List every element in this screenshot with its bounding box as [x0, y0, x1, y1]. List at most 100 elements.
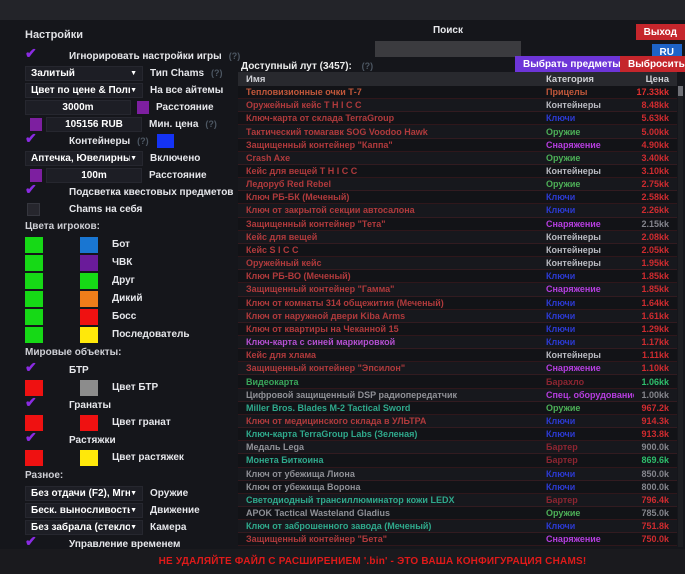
chams-color-swatch[interactable] — [80, 291, 98, 307]
tripwires-checkbox[interactable]: ✔ — [25, 433, 43, 448]
search-input[interactable] — [375, 41, 521, 57]
help-hint[interactable]: (?) — [137, 136, 149, 146]
exit-button[interactable]: Выход — [636, 24, 685, 40]
loot-table-row[interactable]: Ключ от квартиры на Чеканной 15 Ключи 1.… — [238, 323, 677, 336]
loot-table-row[interactable]: Ключ от медицинского склада в УЛЬТРА Клю… — [238, 415, 677, 428]
distance-color-swatch[interactable] — [137, 101, 149, 114]
grenades-checkbox[interactable]: ✔ — [25, 398, 43, 413]
loot-table-row[interactable]: Ключ РБ-ВО (Меченый) Ключи 1.85kk — [238, 270, 677, 283]
loot-table-row[interactable]: Ключ-карта с синей маркировкой Ключи 1.1… — [238, 336, 677, 349]
loot-table-row[interactable]: Кейс S I C C Контейнеры 2.05kk — [238, 244, 677, 257]
settings-sidebar: Настройки ✔ Игнорировать настройки игры … — [0, 20, 238, 549]
chams-color-swatch[interactable] — [80, 255, 98, 271]
btr-color-swatch-2[interactable] — [80, 380, 98, 396]
scrollbar-thumb[interactable] — [678, 86, 683, 96]
loot-table-row[interactable]: Защищенный контейнер "Тета" Снаряжение 2… — [238, 218, 677, 231]
weapon-select[interactable]: Без отдачи (F2), Мгновенное п ▼ — [25, 486, 143, 501]
help-hint[interactable]: (?) — [205, 119, 217, 129]
loot-table-row[interactable]: Ключ-карта от склада TerraGroup Ключи 5.… — [238, 112, 677, 125]
btr-checkbox[interactable]: ✔ — [25, 363, 43, 378]
tripwire-color-swatch-1[interactable] — [25, 450, 43, 466]
loot-table-row[interactable]: Ключ от закрытой секции автосалона Ключи… — [238, 204, 677, 217]
grenade-color-swatch-2[interactable] — [80, 415, 98, 431]
item-name: Тепловизионные очки Т-7 — [238, 87, 546, 97]
loot-table-row[interactable]: Кейс для вещей Т Н I С С Контейнеры 3.10… — [238, 165, 677, 178]
loot-table-row[interactable]: Ключ РБ-БК (Меченый) Ключи 2.58kk — [238, 191, 677, 204]
camera-select[interactable]: Без забрала (стекло шлема) ▼ — [25, 520, 143, 535]
containers-checkbox[interactable]: ✔ — [25, 134, 43, 149]
item-name: Ключ от убежища Ворона — [238, 482, 546, 492]
loot-table-row[interactable]: Монета Биткоина Бартер 869.6k — [238, 454, 677, 467]
visible-color-swatch[interactable] — [25, 255, 43, 271]
btr-row: ✔ БТР — [25, 362, 238, 378]
item-category: Контейнеры — [546, 100, 634, 110]
loot-table-row[interactable]: Цифровой защищенный DSP радиопередатчик … — [238, 389, 677, 402]
visible-color-swatch[interactable] — [25, 291, 43, 307]
item-name: Цифровой защищенный DSP радиопередатчик — [238, 390, 546, 400]
loot-table-row[interactable]: APOK Tactical Wasteland Gladius Оружие 7… — [238, 507, 677, 520]
loot-table-row[interactable]: Ключ-карта TerraGroup Labs (Зеленая) Клю… — [238, 428, 677, 441]
table-scrollbar[interactable] — [678, 86, 683, 547]
containers-distance-color-swatch[interactable] — [30, 169, 42, 182]
containers-distance-input[interactable]: 100m — [46, 168, 142, 183]
movement-select[interactable]: Беск. выносливость и нет уста ▼ — [25, 503, 143, 518]
visible-color-swatch[interactable] — [25, 309, 43, 325]
loot-table-row[interactable]: Ключ от наружной двери Kiba Arms Ключи 1… — [238, 310, 677, 323]
help-hint[interactable]: (?) — [362, 61, 374, 71]
containers-color-swatch[interactable] — [157, 134, 174, 148]
apply-mode-label: На все айтемы — [150, 85, 223, 96]
visible-color-swatch[interactable] — [25, 273, 43, 289]
visible-color-swatch[interactable] — [25, 327, 43, 343]
loot-table-row[interactable]: Тактический томагавк SOG Voodoo Hawk Ору… — [238, 125, 677, 138]
quest-highlight-checkbox[interactable]: ✔ — [25, 185, 43, 200]
player-type-label: Бот — [112, 239, 130, 250]
item-price: 2.75kk — [634, 179, 677, 189]
column-header-price[interactable]: Цена — [634, 74, 677, 85]
search-label: Поиск — [398, 25, 498, 36]
loot-table-row[interactable]: Ключ от комнаты 314 общежития (Меченый) … — [238, 297, 677, 310]
player-colors-list: Бот ЧВК Друг Дикий Б — [25, 236, 238, 343]
chams-type-select[interactable]: Залитый ▼ — [25, 66, 143, 81]
item-category: Ключи — [546, 337, 634, 347]
loot-table-row[interactable]: Видеокарта Барахло 1.06kk — [238, 375, 677, 388]
ignore-game-settings-checkbox[interactable]: ✔ — [25, 49, 43, 64]
loot-table-row[interactable]: Защищенный контейнер "Эпсилон" Снаряжени… — [238, 362, 677, 375]
loot-table-row[interactable]: Медаль Lega Бартер 900.0k — [238, 441, 677, 454]
min-price-color-swatch[interactable] — [30, 118, 42, 131]
chams-color-swatch[interactable] — [80, 327, 98, 343]
loot-table-row[interactable]: Кейс для хлама Контейнеры 1.11kk — [238, 349, 677, 362]
loot-table-row[interactable]: Оружейный кейс Контейнеры 1.95kk — [238, 257, 677, 270]
loot-table-row[interactable]: Кейс для вещей Контейнеры 2.08kk — [238, 231, 677, 244]
loot-table-row[interactable]: Тепловизионные очки Т-7 Прицелы 17.33kk — [238, 86, 677, 99]
apply-mode-select[interactable]: Цвет по цене & Пользовательы ▼ — [25, 83, 143, 98]
loot-table-row[interactable]: Crash Axe Оружие 3.40kk — [238, 152, 677, 165]
loot-table-row[interactable]: Ключ от убежища Лиона Ключи 850.0k — [238, 468, 677, 481]
loot-table-row[interactable]: Miller Bros. Blades M-2 Tactical Sword О… — [238, 402, 677, 415]
settings-title: Настройки — [25, 29, 238, 41]
loot-table-row[interactable]: Светодиодный трансиллюминатор кожи LEDX … — [238, 494, 677, 507]
item-price: 850.0k — [634, 469, 677, 479]
loot-table-row[interactable]: Защищенный контейнер "Гамма" Снаряжение … — [238, 283, 677, 296]
btr-color-row: Цвет БТР — [25, 379, 238, 396]
loot-table-row[interactable]: Защищенный контейнер "Бета" Снаряжение 7… — [238, 533, 677, 546]
chams-color-swatch[interactable] — [80, 237, 98, 253]
column-header-name[interactable]: Имя — [238, 74, 546, 85]
containers-filter-select[interactable]: Аптечка, Ювелирные и... ▼ — [25, 151, 143, 166]
chams-color-swatch[interactable] — [80, 273, 98, 289]
help-hint[interactable]: (?) — [211, 68, 223, 78]
column-header-category[interactable]: Категория — [546, 74, 634, 85]
visible-color-swatch[interactable] — [25, 237, 43, 253]
drop-all-button[interactable]: Выбросить все — [620, 56, 685, 72]
loot-table-row[interactable]: Ключ от убежища Ворона Ключи 800.0k — [238, 481, 677, 494]
distance-input[interactable]: 3000m — [25, 100, 131, 115]
loot-table-row[interactable]: Ледоруб Red Rebel Оружие 2.75kk — [238, 178, 677, 191]
tripwire-color-swatch-2[interactable] — [80, 450, 98, 466]
loot-table-row[interactable]: Оружейный кейс Т Н I С С Контейнеры 8.48… — [238, 99, 677, 112]
loot-table-row[interactable]: Ключ от заброшенного завода (Меченый) Кл… — [238, 520, 677, 533]
loot-table-row[interactable]: Защищенный контейнер "Каппа" Снаряжение … — [238, 139, 677, 152]
chams-self-checkbox[interactable] — [25, 202, 43, 217]
chevron-down-icon: ▼ — [130, 507, 137, 514]
item-price: 1.00kk — [634, 390, 677, 400]
min-price-input[interactable]: 105156 RUB — [46, 117, 142, 132]
chams-color-swatch[interactable] — [80, 309, 98, 325]
